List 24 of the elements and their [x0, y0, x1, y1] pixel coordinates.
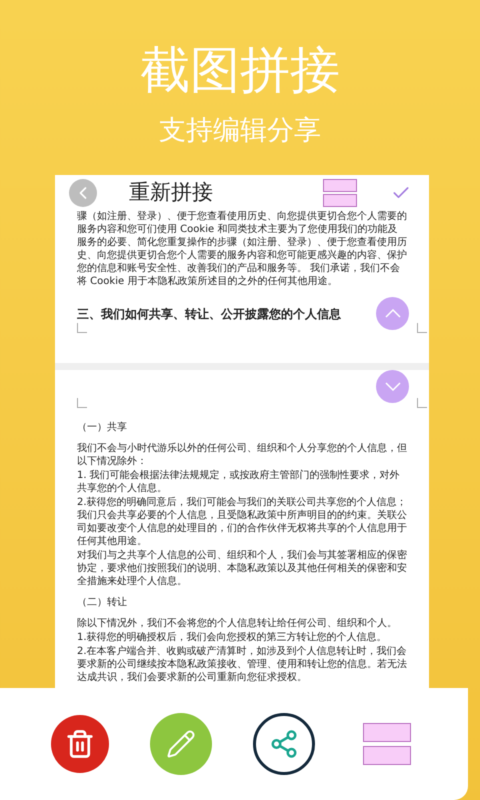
trash-icon — [64, 729, 94, 759]
layout-icon — [323, 178, 357, 206]
move-up-button[interactable] — [376, 297, 409, 330]
subsection-heading: （二）转让 — [77, 596, 128, 610]
back-button[interactable] — [69, 178, 97, 206]
layout-icon — [362, 723, 410, 765]
section-heading: 三、我们如何共享、转让、公开披露您的个人信息 — [77, 306, 341, 323]
banner-subtitle: 支持编辑分享 — [159, 114, 321, 148]
paragraph: 骤（如注册、登录）、便于您查看使用历史、向您提供更切合您个人需要的服务内容和您可们使用 Cookie 和同类技术主要为了您使用我们的功能及服务的必要、简化您重复操作的步骤（如注册、登录）、便于您查看使用历史、向您提供更切合您个人需要的服务内容和您可能更感兴趣的内容、保护您的信息和账号安全性、改善我们的产品和服务等。 我们承诺，我们不会将 Cookie 用于本隐私政策所述目的之外的任何其他用途。 — [77, 210, 407, 288]
paragraph: 1.获得您的明确授权后，我们会向您授权的第三方转让您的个人信息。 — [77, 631, 388, 644]
paragraph: 我们不会与小时代游乐以外的任何公司、组织和个人分享您的个人信息，但以下情况除外： — [77, 442, 407, 468]
paragraph: 1. 我们可能会根据法律法规规定，或按政府主管部门的强制性要求，对外共享您的个人信息。 — [77, 469, 401, 495]
paragraph: 2.获得您的明确同意后，我们可能会与我们的关联公司共享您的个人信息；我们只会共享必要的个人信息，且受隐私政策中所声明目的的约束。关联公司如要改变个人信息的处理目的，们的合作伙伴无权将共享的个人信息用于任何其他用途。 — [77, 496, 407, 548]
screen-title: 重新拼接 — [129, 178, 213, 206]
paragraph: 对我们与之共享个人信息的公司、组织和个人，我们会与其签署相应的保密协定，要求他们按照我们的说明、本隐私政策以及其他任何相关的保密和安全措施来处理个人信息。 — [77, 549, 407, 588]
banner-title: 截图拼接 — [140, 40, 340, 100]
chevron-up-icon — [384, 309, 400, 318]
subsection-heading: （一）共享 — [77, 420, 128, 435]
move-down-button[interactable] — [376, 370, 409, 403]
chevron-down-icon — [384, 382, 400, 391]
share-icon — [268, 729, 298, 759]
pencil-icon — [166, 729, 196, 759]
paragraph: 2.在本客户端合并、收购或破产清算时，如涉及到个人信息转让时，我们会要求新的公司继续按本隐私政策接收、管理、使用和转让您的信息。若无法达成共识，我们会要求新的公司重新向您征求授权。 — [77, 645, 407, 684]
paragraph: 除以下情况外，我们不会将您的个人信息转让给任何公司、组织和个人。 — [77, 617, 398, 630]
